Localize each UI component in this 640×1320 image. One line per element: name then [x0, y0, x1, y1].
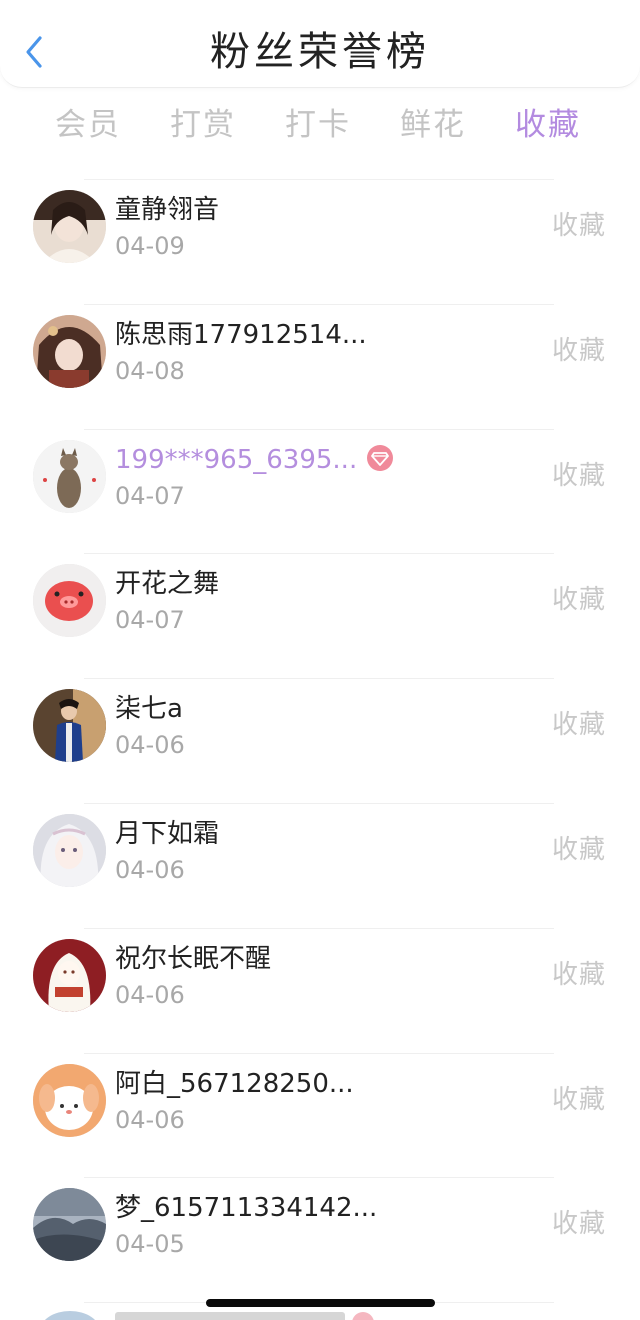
- date: 04-08: [115, 356, 185, 385]
- page-title: 粉丝荣誉榜: [210, 29, 430, 75]
- favorite-label: 收藏: [551, 460, 606, 491]
- favorite-label: 收藏: [551, 211, 606, 241]
- list-item[interactable]: 祝尔长眠不醒 04-06 收藏: [0, 929, 640, 1054]
- tab-favorites[interactable]: 收藏: [498, 100, 598, 150]
- favorite-label: 收藏: [551, 585, 606, 616]
- list-item[interactable]: 陈思雨177912514... 04-08 收藏: [0, 305, 640, 430]
- user-name: 祝尔长眠不醒: [115, 943, 272, 974]
- list-item[interactable]: 月下如霜 04-06 收藏: [0, 804, 640, 929]
- list-item[interactable]: 开花之舞 04-07 收藏: [0, 554, 640, 680]
- avatar: [33, 564, 106, 638]
- date: 04-06: [115, 1105, 185, 1134]
- diamond-icon: [367, 444, 394, 471]
- list-item[interactable]: 童静翎音 04-09 收藏: [0, 180, 640, 305]
- list-item[interactable]: 柒七a 04-06 收藏: [0, 679, 640, 804]
- avatar: [33, 439, 106, 513]
- date: 04-06: [115, 731, 185, 760]
- user-name: 月下如霜: [115, 818, 220, 849]
- fan-list: 童静翎音 04-09 收藏 陈思雨177912514... 04-08 收藏 1…: [0, 180, 640, 1304]
- user-name-placeholder: [115, 1312, 345, 1320]
- nav-bar: 粉丝荣誉榜: [0, 0, 640, 88]
- favorite-label: 收藏: [551, 710, 606, 741]
- avatar: [33, 813, 106, 887]
- favorite-label: 收藏: [551, 335, 606, 366]
- avatar: [33, 689, 106, 763]
- home-indicator[interactable]: [206, 1299, 435, 1307]
- tab-bar: 会员 打赏 打卡 鲜花 收藏: [0, 100, 640, 156]
- avatar: [33, 938, 106, 1012]
- fans-honor-page: 粉丝荣誉榜 会员 打赏 打卡 鲜花 收藏 童静翎音 04-09 收藏 陈思雨17…: [0, 0, 640, 1320]
- favorite-label: 收藏: [551, 959, 606, 990]
- favorite-label: 收藏: [551, 834, 606, 865]
- tab-reward[interactable]: 打赏: [153, 100, 253, 150]
- tab-member[interactable]: 会员: [38, 100, 138, 150]
- list-item[interactable]: 梦_615711334142... 04-05 收藏: [0, 1178, 640, 1304]
- avatar: [40, 1311, 100, 1320]
- user-name: 阿白_567128250...: [115, 1068, 354, 1099]
- user-name: 199***965_6395...: [115, 440, 394, 480]
- favorite-label: 收藏: [551, 1084, 606, 1115]
- diamond-icon: [352, 1312, 374, 1320]
- avatar: [33, 1063, 106, 1137]
- list-item[interactable]: 阿白_567128250... 04-06 收藏: [0, 1054, 640, 1179]
- user-name: 柒七a: [115, 694, 183, 725]
- user-name: 童静翎音: [115, 195, 220, 225]
- avatar: [33, 314, 106, 388]
- date: 04-07: [115, 481, 185, 510]
- avatar: [33, 1188, 106, 1262]
- favorite-label: 收藏: [551, 1209, 606, 1240]
- avatar: [33, 190, 106, 263]
- tab-flowers[interactable]: 鲜花: [383, 100, 483, 150]
- date: 04-09: [115, 232, 185, 260]
- date: 04-05: [115, 1230, 185, 1259]
- date: 04-06: [115, 855, 185, 884]
- date: 04-06: [115, 980, 185, 1009]
- user-name: 陈思雨177912514...: [115, 319, 367, 350]
- date: 04-07: [115, 606, 185, 635]
- user-name-text: 199***965_6395...: [115, 444, 358, 475]
- user-name: 开花之舞: [115, 569, 220, 600]
- list-item[interactable]: 199***965_6395... 04-07 收藏: [0, 430, 640, 555]
- tab-checkin[interactable]: 打卡: [268, 100, 368, 150]
- user-name: 梦_615711334142...: [115, 1193, 378, 1224]
